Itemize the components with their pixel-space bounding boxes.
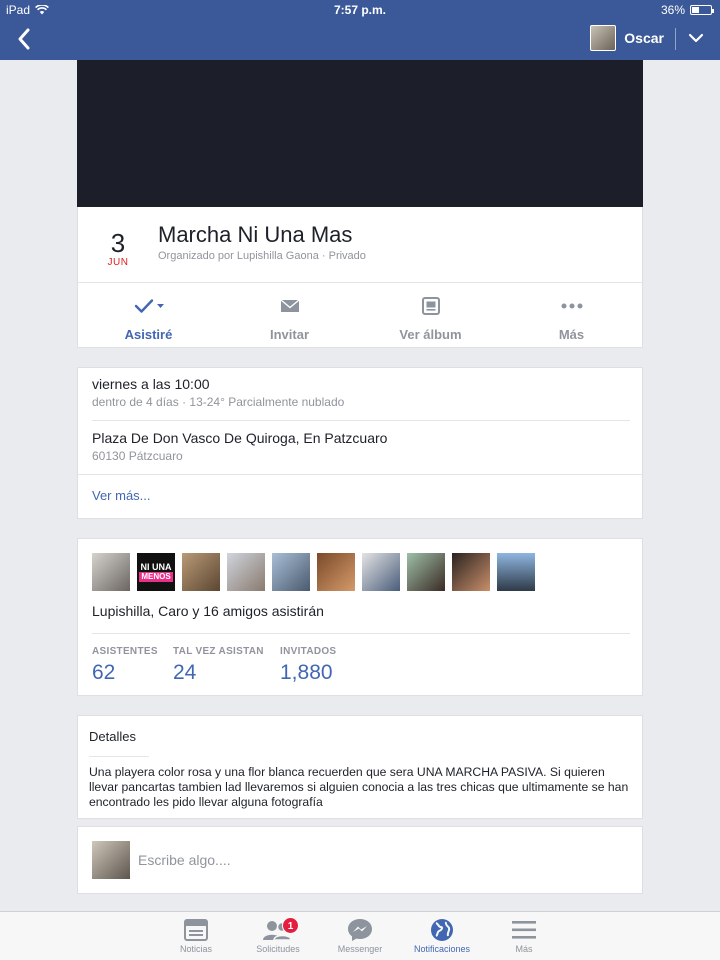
divider bbox=[92, 420, 630, 421]
going-button[interactable]: Asistiré bbox=[78, 283, 219, 347]
tab-label: Notificaciones bbox=[413, 944, 471, 954]
battery-icon bbox=[690, 5, 714, 15]
event-actions: Asistiré Invitar Ver álbum Más bbox=[78, 283, 642, 347]
divider bbox=[89, 756, 149, 757]
stat-going[interactable]: ASISTENTES 62 bbox=[92, 646, 158, 685]
stat-value: 62 bbox=[92, 661, 116, 684]
avatar-ni-una-menos[interactable]: NI UNA MENOS bbox=[137, 553, 175, 591]
top-bar: iPad 7:57 p.m. 36% Oscar bbox=[0, 0, 720, 60]
tab-label: Más bbox=[515, 944, 533, 954]
going-label: Asistiré bbox=[124, 327, 173, 342]
more-label: Más bbox=[558, 327, 585, 342]
messenger-icon bbox=[348, 919, 372, 941]
tab-label: Noticias bbox=[179, 944, 212, 954]
tab-messenger[interactable]: Messenger bbox=[319, 912, 401, 960]
avatar[interactable] bbox=[452, 553, 490, 591]
invite-label: Invitar bbox=[269, 327, 309, 342]
stat-label: ASISTENTES bbox=[92, 646, 158, 657]
event-location-row[interactable]: Plaza De Don Vasco De Quiroga, En Patzcu… bbox=[92, 430, 387, 463]
tab-bar: Noticias 1 Solicitudes Messenger Notific… bbox=[0, 911, 720, 960]
details-card: Detalles Una playera color rosa y una fl… bbox=[77, 715, 643, 819]
avatar-badge-line-1: NI UNA bbox=[140, 562, 172, 572]
event-date-day: 3 bbox=[110, 228, 126, 258]
details-heading: Detalles bbox=[89, 729, 136, 744]
compose-input[interactable]: Escribe algo.... bbox=[138, 852, 231, 868]
avatar[interactable] bbox=[182, 553, 220, 591]
avatar[interactable] bbox=[362, 553, 400, 591]
event-weather: dentro de 4 días · 13-24° Parcialmente n… bbox=[92, 395, 345, 409]
divider bbox=[92, 633, 630, 634]
stat-value: 24 bbox=[173, 661, 197, 684]
avatar[interactable] bbox=[317, 553, 355, 591]
view-album-button[interactable]: Ver álbum bbox=[360, 283, 501, 347]
tab-notifications[interactable]: Notificaciones bbox=[401, 912, 483, 960]
more-dots-icon bbox=[561, 295, 583, 317]
guests-card: NI UNA MENOS Lupishilla, Caro y 16 amigo… bbox=[77, 538, 643, 696]
avatar[interactable] bbox=[272, 553, 310, 591]
divider bbox=[78, 474, 642, 475]
event-time-row[interactable]: viernes a las 10:00 dentro de 4 días · 1… bbox=[92, 376, 344, 409]
avatar[interactable] bbox=[407, 553, 445, 591]
more-button[interactable]: Más bbox=[501, 283, 642, 347]
profile-shortcut[interactable]: Oscar bbox=[590, 25, 664, 51]
avatar bbox=[92, 841, 130, 879]
status-bar: iPad 7:57 p.m. 36% bbox=[0, 0, 720, 20]
tab-news-feed[interactable]: Noticias bbox=[155, 912, 237, 960]
invite-button[interactable]: Invitar bbox=[219, 283, 360, 347]
see-more-link[interactable]: Ver más... bbox=[92, 488, 151, 503]
tab-label: Messenger bbox=[337, 944, 383, 954]
avatar-badge-line-2: MENOS bbox=[139, 572, 173, 582]
tab-label: Solicitudes bbox=[256, 944, 300, 954]
battery-percent: 36% bbox=[660, 3, 685, 17]
details-text: Una playera color rosa y una flor blanca… bbox=[89, 765, 629, 809]
avatar[interactable] bbox=[92, 553, 130, 591]
event-location: Plaza De Don Vasco De Quiroga, En Patzcu… bbox=[92, 430, 388, 446]
back-button[interactable] bbox=[12, 25, 38, 53]
event-time: viernes a las 10:00 bbox=[92, 376, 210, 392]
event-info-card: viernes a las 10:00 dentro de 4 días · 1… bbox=[77, 367, 643, 519]
back-chevron-icon bbox=[18, 28, 30, 50]
check-dropdown-icon bbox=[134, 295, 164, 317]
status-time: 7:57 p.m. bbox=[333, 3, 387, 17]
stat-label: TAL VEZ ASISTAN bbox=[173, 646, 264, 657]
event-date: 3 JUN bbox=[100, 229, 136, 268]
event-address: 60130 Pátzcuaro bbox=[92, 449, 183, 463]
tab-more[interactable]: Más bbox=[483, 912, 565, 960]
event-header-card: 3 JUN Marcha Ni Una Mas Organizado por L… bbox=[77, 207, 643, 348]
event-cover-photo[interactable] bbox=[77, 60, 643, 207]
envelope-icon bbox=[280, 295, 300, 317]
album-icon bbox=[421, 295, 440, 317]
chevron-down-icon bbox=[688, 33, 704, 43]
event-organizer: Organizado por Lupishilla Gaona · Privad… bbox=[158, 250, 366, 262]
tab-friend-requests[interactable]: 1 Solicitudes bbox=[237, 912, 319, 960]
user-avatar bbox=[590, 25, 617, 51]
avatar[interactable] bbox=[227, 553, 265, 591]
news-feed-icon bbox=[184, 919, 208, 941]
nav-menu-button[interactable] bbox=[686, 28, 706, 48]
stat-label: INVITADOS bbox=[280, 646, 337, 657]
stat-invited[interactable]: INVITADOS 1,880 bbox=[280, 646, 336, 685]
friend-avatars: NI UNA MENOS bbox=[92, 553, 535, 591]
event-date-month: JUN bbox=[107, 257, 129, 268]
nav-divider bbox=[675, 28, 676, 50]
event-title: Marcha Ni Una Mas bbox=[158, 222, 353, 247]
stat-maybe[interactable]: TAL VEZ ASISTAN 24 bbox=[173, 646, 264, 685]
menu-icon bbox=[512, 921, 536, 939]
globe-icon bbox=[431, 919, 453, 941]
compose-card: Escribe algo.... bbox=[77, 826, 643, 894]
avatar[interactable] bbox=[497, 553, 535, 591]
stat-value: 1,880 bbox=[280, 661, 333, 684]
view-album-label: Ver álbum bbox=[399, 327, 462, 342]
user-name: Oscar bbox=[624, 30, 664, 46]
friends-going-text[interactable]: Lupishilla, Caro y 16 amigos asistirán bbox=[92, 603, 324, 619]
notification-badge: 1 bbox=[282, 917, 299, 934]
